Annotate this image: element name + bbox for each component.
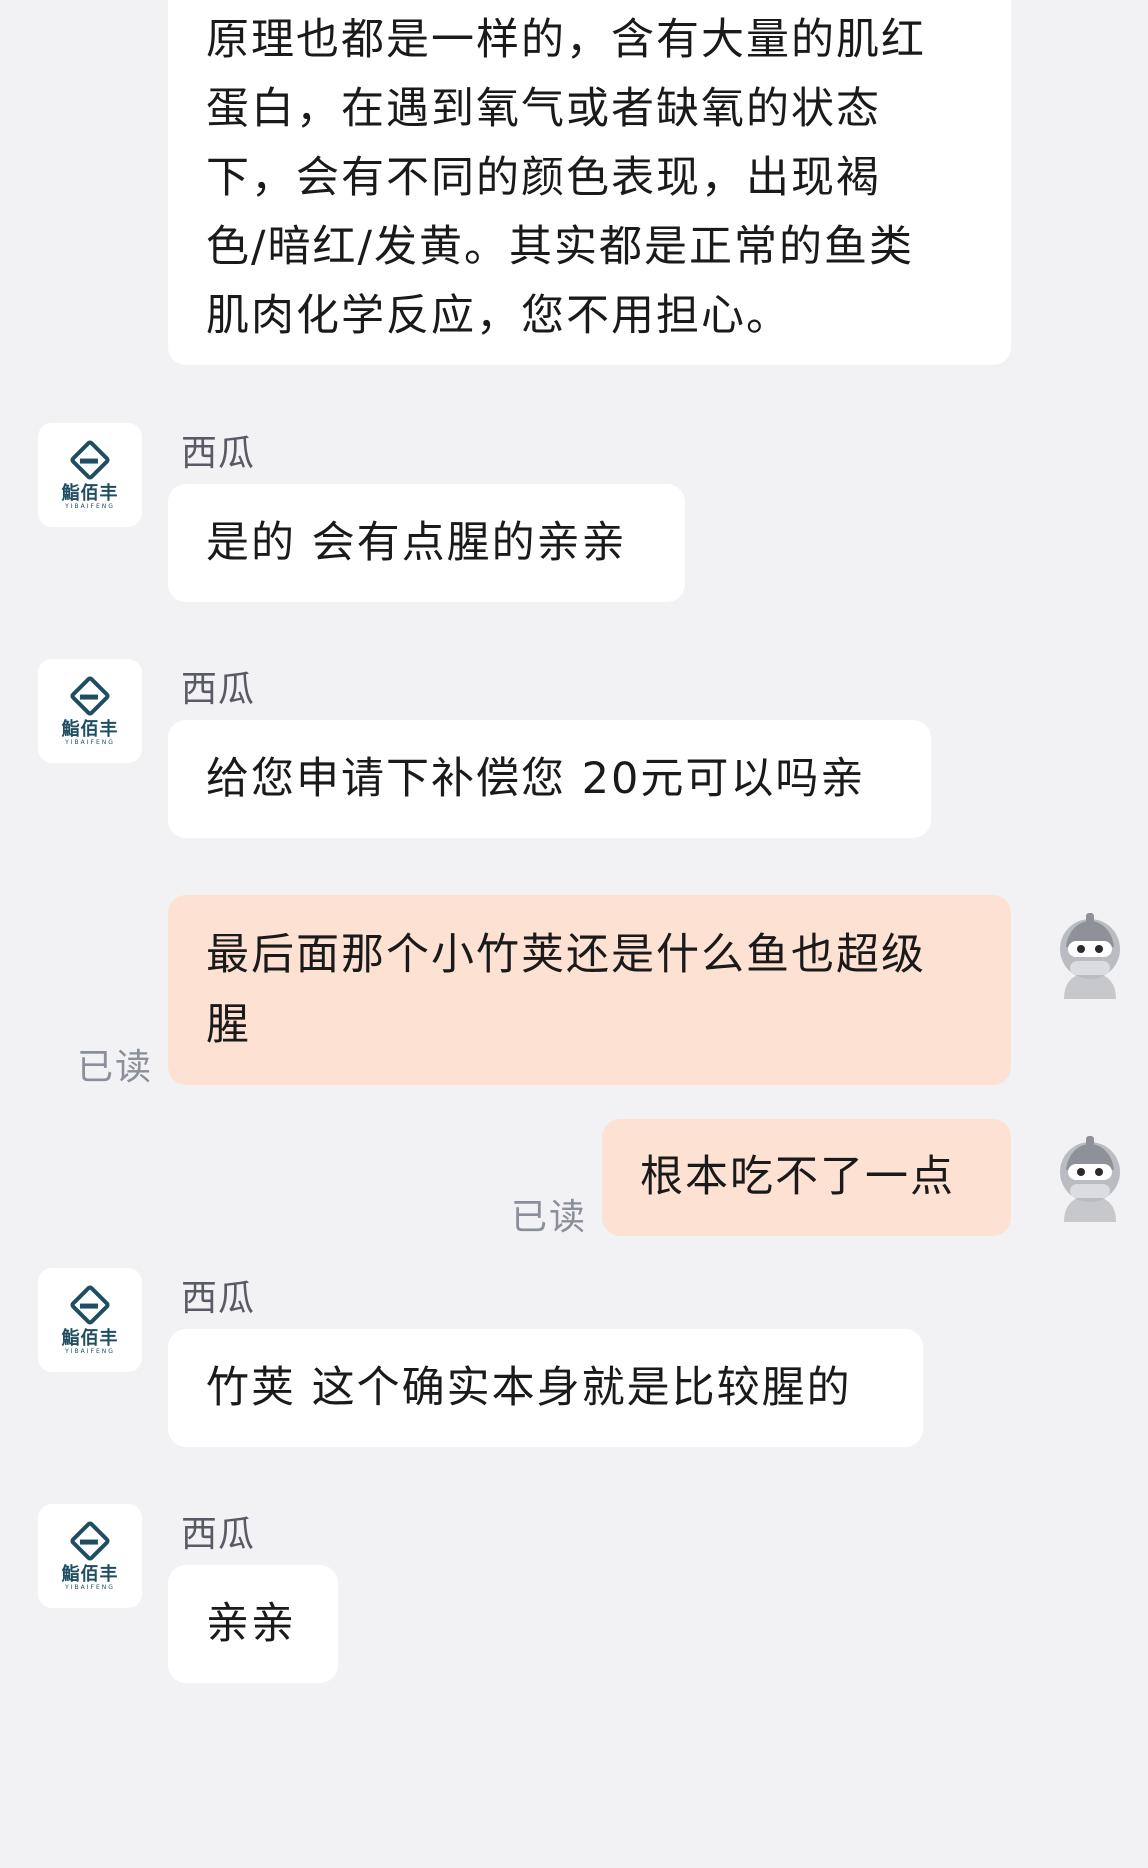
read-receipt: 已读 xyxy=(77,1047,154,1088)
shop-brand-text: 鮨佰丰 xyxy=(61,719,119,740)
message-line: 最后面那个小竹荚还是什么鱼也超级 xyxy=(206,930,926,980)
shop-brand-text: 鮨佰丰 xyxy=(61,1328,119,1349)
message-line: 腥 xyxy=(206,1000,251,1050)
read-receipt: 已读 xyxy=(511,1197,588,1238)
message-bubble-incoming[interactable]: 原理也都是一样的，含有大量的肌红 蛋白，在遇到氧气或者缺氧的状态 下，会有不同的… xyxy=(168,0,1011,365)
shop-brand-subtext: YIBAIFENG xyxy=(65,1584,115,1591)
shop-logo-icon xyxy=(68,438,112,482)
shop-brand-text: 鮨佰丰 xyxy=(61,483,119,504)
shop-brand-subtext: YIBAIFENG xyxy=(65,739,115,746)
message-bubble-incoming[interactable]: 给您申请下补偿您 20元可以吗亲 xyxy=(168,720,931,838)
shop-logo-icon xyxy=(68,674,112,718)
message-line: 肌肉化学反应，您不用担心。 xyxy=(206,291,791,341)
shop-avatar[interactable]: 鮨佰丰 YIBAIFENG xyxy=(38,659,142,763)
message-line: 原理也都是一样的，含有大量的肌红 xyxy=(206,15,926,65)
shop-brand-subtext: YIBAIFENG xyxy=(65,503,115,510)
message-text: 是的 会有点腥的亲亲 xyxy=(206,518,627,568)
message-bubble-incoming[interactable]: 亲亲 xyxy=(168,1565,338,1683)
sender-name: 西瓜 xyxy=(181,1514,256,1555)
message-bubble-incoming[interactable]: 竹荚 这个确实本身就是比较腥的 xyxy=(168,1329,923,1447)
shop-logo-icon xyxy=(68,1519,112,1563)
message-line: 蛋白，在遇到氧气或者缺氧的状态 xyxy=(206,84,881,134)
message-text: 根本吃不了一点 xyxy=(640,1152,955,1202)
message-bubble-outgoing[interactable]: 根本吃不了一点 xyxy=(602,1119,1011,1236)
message-text: 给您申请下补偿您 20元可以吗亲 xyxy=(206,754,866,804)
user-avatar-icon[interactable] xyxy=(1050,907,1130,999)
shop-brand-text: 鮨佰丰 xyxy=(61,1564,119,1585)
sender-name: 西瓜 xyxy=(181,1278,256,1319)
message-line: 色/暗红/发黄。其实都是正常的鱼类 xyxy=(206,222,914,272)
shop-logo-icon xyxy=(68,1283,112,1327)
user-avatar-icon[interactable] xyxy=(1050,1130,1130,1222)
message-line: 下，会有不同的颜色表现，出现褐 xyxy=(206,153,881,203)
shop-avatar[interactable]: 鮨佰丰 YIBAIFENG xyxy=(38,1268,142,1372)
shop-brand-subtext: YIBAIFENG xyxy=(65,1348,115,1355)
shop-avatar[interactable]: 鮨佰丰 YIBAIFENG xyxy=(38,423,142,527)
shop-avatar[interactable]: 鮨佰丰 YIBAIFENG xyxy=(38,1504,142,1608)
message-bubble-incoming[interactable]: 是的 会有点腥的亲亲 xyxy=(168,484,685,602)
message-bubble-outgoing[interactable]: 最后面那个小竹荚还是什么鱼也超级 腥 xyxy=(168,895,1011,1085)
message-text: 竹荚 这个确实本身就是比较腥的 xyxy=(206,1363,852,1413)
message-text: 亲亲 xyxy=(206,1599,296,1649)
sender-name: 西瓜 xyxy=(181,669,256,710)
sender-name: 西瓜 xyxy=(181,433,256,474)
